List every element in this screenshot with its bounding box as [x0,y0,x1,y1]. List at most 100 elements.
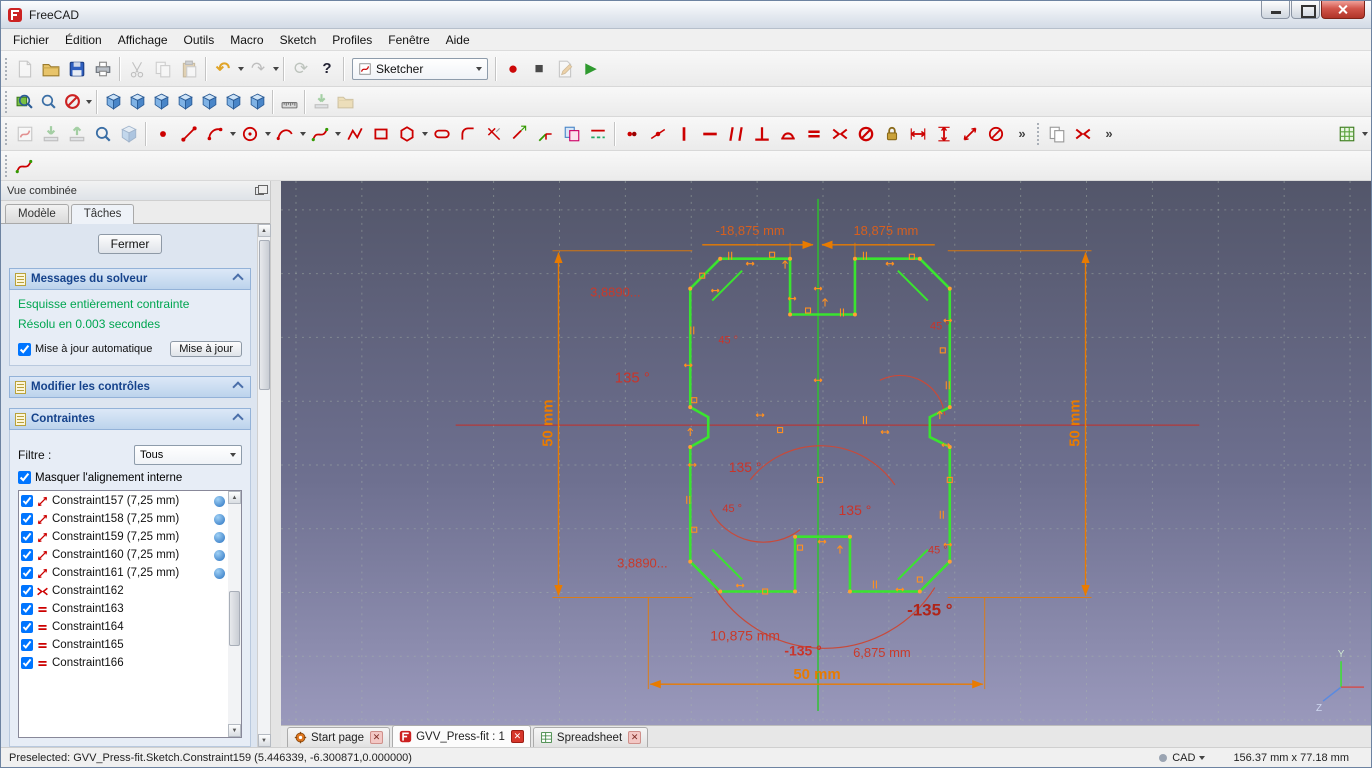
menu-macro[interactable]: Macro [222,30,271,50]
view-top-button[interactable] [149,90,173,114]
constrain-lock-button[interactable] [879,121,905,147]
constraint-list-scrollbar[interactable]: ▲ ▼ [228,491,241,737]
clipping-plane-button[interactable] [309,90,333,114]
constraint-visible-checkbox[interactable] [21,603,33,615]
conic-dropdown[interactable] [298,121,307,147]
angle-label[interactable]: 45 ° [718,334,738,346]
scroll-down-icon[interactable]: ▼ [257,734,271,747]
zoom-fit-button[interactable] [12,90,36,114]
open-file-button[interactable] [38,56,64,82]
solver-status[interactable]: Esquisse entièrement contrainte [18,297,242,311]
macro-play-button[interactable]: ▶ [578,56,604,82]
constraint-row[interactable]: Constraint164 [21,618,228,636]
grid-settings-button[interactable] [1334,121,1360,147]
constraint-visible-checkbox[interactable] [21,567,33,579]
constraint-visible-checkbox[interactable] [21,513,33,525]
hide-internal-alignment-checkbox[interactable] [18,471,31,484]
angle-label[interactable]: 45 ° [930,320,950,332]
solver-messages-header[interactable]: Messages du solveur [9,268,251,290]
constraint-visible-checkbox[interactable] [21,585,33,597]
dim-label[interactable]: 10,875 mm [710,627,780,643]
toolbar-grip[interactable] [5,57,10,80]
angle-label[interactable]: 45 ° [722,503,742,515]
grid-settings-dropdown[interactable] [1360,121,1369,147]
angle-label[interactable]: -135 ° [907,600,953,619]
constraints-header[interactable]: Contraintes [9,408,251,430]
toolbar-grip[interactable] [5,122,10,145]
close-tab-icon[interactable]: ✕ [370,731,384,744]
draw-style-dropdown[interactable] [84,89,93,115]
constrain-perpendicular-button[interactable] [749,121,775,147]
constraint-row[interactable]: Constraint157 (7,25 mm) [21,492,228,510]
constraint-info-icon[interactable] [214,531,225,543]
cut-button[interactable] [124,56,150,82]
edit-controls-header[interactable]: Modifier les contrôles [9,376,251,398]
dim-label[interactable]: 50 mm [1067,399,1084,446]
polygon-dropdown[interactable] [420,121,429,147]
minimize-button[interactable] [1261,1,1290,19]
close-tab-icon[interactable]: ✕ [628,731,642,744]
copy-button[interactable] [150,56,176,82]
nav-style-selector[interactable]: CAD [1159,752,1206,764]
dim-label[interactable]: 3,8890... [617,556,667,571]
toolbar-grip[interactable] [1037,122,1042,145]
menu-outils[interactable]: Outils [176,30,223,50]
workbench-selector[interactable]: Sketcher [352,57,488,80]
constraint-row[interactable]: Constraint163 [21,600,228,618]
collapse-icon[interactable] [232,381,244,393]
view-right-button[interactable] [173,90,197,114]
redo-dropdown[interactable] [271,56,280,82]
tab-start-page[interactable]: Start page ✕ [287,727,391,747]
validate-sketch-button[interactable] [90,121,116,147]
tab-taches[interactable]: Tâches [70,204,135,224]
constraint-info-icon[interactable] [214,549,225,561]
menu-sketch[interactable]: Sketch [272,30,325,50]
carbon-copy-button[interactable] [559,121,585,147]
constraint-info-icon[interactable] [214,513,225,525]
constrain-vertical-button[interactable] [671,121,697,147]
angle-label[interactable]: 45 ° [928,545,948,557]
dim-label[interactable]: 6,875 mm [853,645,911,660]
fermer-button[interactable]: Fermer [97,234,163,254]
constraint-visible-checkbox[interactable] [21,621,33,633]
dim-label[interactable]: 50 mm [793,666,840,683]
toolbar-grip[interactable] [5,154,10,177]
angle-label[interactable]: 135 ° [729,459,762,475]
constraints-overflow-button[interactable]: » [1009,121,1035,147]
draw-style-button[interactable] [60,90,84,114]
constrain-block-button[interactable] [853,121,879,147]
texture-mapping-button[interactable] [333,90,357,114]
print-button[interactable] [90,56,116,82]
view-bottom-button[interactable] [221,90,245,114]
tab-modele[interactable]: Modèle [5,204,69,223]
create-rectangle-button[interactable] [368,121,394,147]
macro-edit-button[interactable] [552,56,578,82]
menu-affichage[interactable]: Affichage [110,30,176,50]
scroll-down-icon[interactable]: ▼ [228,724,241,737]
fillet-button[interactable] [455,121,481,147]
leave-sketch-button[interactable] [64,121,90,147]
macro-stop-button[interactable]: ■ [526,56,552,82]
constrain-horizontal-distance-button[interactable] [905,121,931,147]
new-file-button[interactable] [12,56,38,82]
constrain-horizontal-button[interactable] [697,121,723,147]
create-line-button[interactable] [176,121,202,147]
refresh-button[interactable]: ⟳ [288,56,314,82]
toolbar-grip[interactable] [5,90,10,113]
float-panel-icon[interactable] [255,184,268,195]
tab-gvv-press-fit[interactable]: GVV_Press-fit : 1 ✕ [392,725,531,747]
constrain-point-on-object-button[interactable] [645,121,671,147]
dim-label[interactable]: 18,875 mm [853,223,918,238]
constraint-visible-checkbox[interactable] [21,657,33,669]
create-polyline-button[interactable] [342,121,368,147]
constrain-coincident-button[interactable] [619,121,645,147]
constraint-visible-checkbox[interactable] [21,531,33,543]
arc-dropdown[interactable] [228,121,237,147]
undo-dropdown[interactable] [236,56,245,82]
update-button[interactable]: Mise à jour [170,341,242,357]
scroll-thumb[interactable] [229,591,240,646]
view-axonometric-button[interactable] [101,90,125,114]
constraint-row[interactable]: Constraint162 [21,582,228,600]
bspline-dropdown[interactable] [333,121,342,147]
constraint-visible-checkbox[interactable] [21,639,33,651]
